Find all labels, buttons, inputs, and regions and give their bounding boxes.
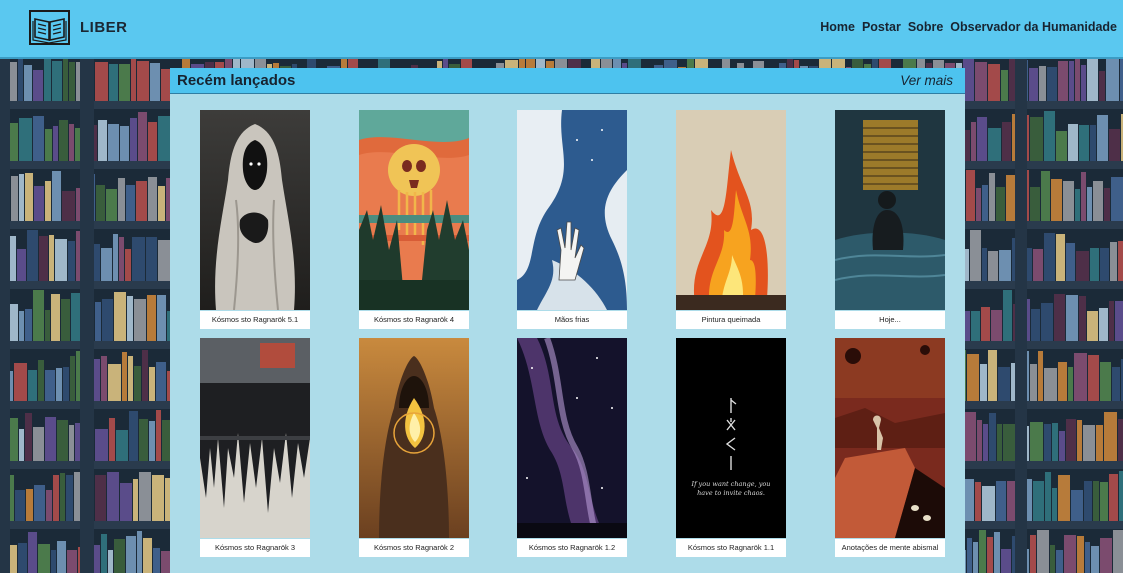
cover-figure-on-cliff (835, 338, 945, 538)
cover-quote: If you want change, you have to invite c… (691, 480, 771, 497)
book-card[interactable]: Mãos frias (517, 110, 627, 329)
book-title[interactable]: Kósmos sto Ragnarök 3 (200, 539, 310, 557)
book-card[interactable]: Kósmos sto Ragnarök 1.2 (517, 338, 627, 557)
recent-releases-panel: Recém lançados Ver mais Kósmos sto Ragna… (170, 68, 965, 573)
book-card[interactable]: Kósmos sto Ragnarök 2 (359, 338, 469, 557)
top-navbar: LIBER Home Postar Sobre Observador da Hu… (0, 0, 1123, 59)
section-title: Recém lançados (177, 72, 296, 89)
book-card[interactable]: Anotações de mente abismal (835, 338, 945, 557)
brand-name[interactable]: LIBER (80, 19, 128, 36)
book-card[interactable]: Kósmos sto Ragnarök 4 (359, 110, 469, 329)
book-card[interactable]: Pintura queimada (676, 110, 786, 329)
nav-postar[interactable]: Postar (862, 20, 901, 34)
cover-hooded-figure-flame (359, 338, 469, 538)
nav-observador[interactable]: Observador da Humanidade (950, 20, 1117, 34)
cover-hooded-figure (200, 110, 310, 310)
book-card[interactable]: Kósmos sto Ragnarök 3 (200, 338, 310, 557)
see-more-link[interactable]: Ver mais (900, 73, 953, 88)
nav-sobre[interactable]: Sobre (908, 20, 943, 34)
book-title[interactable]: Hoje... (835, 311, 945, 329)
nav-home[interactable]: Home (820, 20, 855, 34)
book-title[interactable]: Mãos frias (517, 311, 627, 329)
cover-runes-quote: If you want change, you have to invite c… (676, 338, 786, 538)
book-title[interactable]: Anotações de mente abismal (835, 539, 945, 557)
book-title[interactable]: Kósmos sto Ragnarök 4 (359, 311, 469, 329)
book-title[interactable]: Kósmos sto Ragnarök 1.2 (517, 539, 627, 557)
cover-seated-figure-by-window (835, 110, 945, 310)
main-nav: Home Postar Sobre Observador da Humanida… (820, 20, 1117, 34)
cover-skull-sunset (359, 110, 469, 310)
panel-header: Recém lançados Ver mais (170, 68, 965, 94)
cover-dripping-crowd (200, 338, 310, 538)
book-card[interactable]: Kósmos sto Ragnarök 5.1 (200, 110, 310, 329)
book-title[interactable]: Pintura queimada (676, 311, 786, 329)
cover-milky-way (517, 338, 627, 538)
book-title[interactable]: Kósmos sto Ragnarök 5.1 (200, 311, 310, 329)
book-title[interactable]: Kósmos sto Ragnarök 1.1 (676, 539, 786, 557)
book-card[interactable]: If you want change, you have to invite c… (676, 338, 786, 557)
open-book-logo-icon[interactable] (29, 10, 70, 45)
cover-burning-painting (676, 110, 786, 310)
book-card[interactable]: Hoje... (835, 110, 945, 329)
book-title[interactable]: Kósmos sto Ragnarök 2 (359, 539, 469, 557)
cover-hand-in-sky (517, 110, 627, 310)
